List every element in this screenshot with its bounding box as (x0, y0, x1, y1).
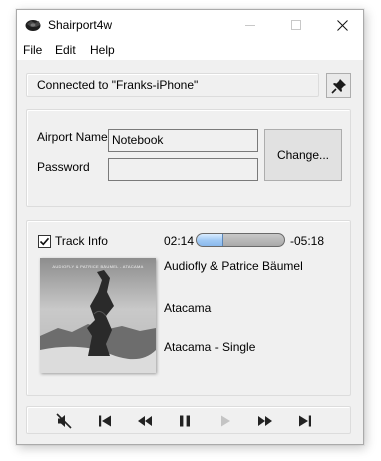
mute-icon (56, 413, 72, 429)
password-field[interactable] (108, 158, 258, 181)
next-button[interactable] (294, 410, 316, 432)
airport-name-label: Airport Name (37, 130, 108, 144)
pause-icon (180, 415, 190, 427)
maximize-icon (291, 20, 301, 30)
menu-bar: File Edit Help (17, 40, 363, 60)
track-artist: Audiofly & Patrice Bäumel (164, 259, 303, 273)
track-title: Atacama (164, 301, 212, 315)
airport-settings-panel: Airport Name Notebook Password Change... (26, 109, 351, 207)
app-icon (25, 18, 41, 32)
airport-name-field[interactable]: Notebook (108, 129, 258, 152)
change-button[interactable]: Change... (264, 129, 342, 181)
mute-button[interactable] (54, 410, 76, 432)
connection-status-text: Connected to "Franks-iPhone" (37, 78, 199, 92)
track-info-checkbox[interactable] (38, 235, 51, 248)
track-info-label: Track Info (55, 234, 108, 248)
menu-help[interactable]: Help (90, 43, 115, 57)
rewind-button[interactable] (134, 410, 156, 432)
fast-forward-icon (258, 416, 272, 426)
pin-button[interactable] (326, 73, 351, 98)
checkmark-icon (39, 237, 50, 246)
next-icon (299, 415, 311, 427)
previous-button[interactable] (94, 410, 116, 432)
menu-edit[interactable]: Edit (55, 43, 76, 57)
album-cover-caption: AUDIOFLY & PATRICE BÄUMEL - ATACAMA (52, 264, 144, 269)
minimize-icon (245, 25, 255, 26)
maximize-button[interactable] (273, 10, 319, 40)
title-bar[interactable]: Shairport4w (17, 10, 363, 40)
window-title: Shairport4w (48, 18, 113, 32)
progress-fill (197, 234, 224, 246)
close-icon (336, 19, 348, 31)
elapsed-time: 02:14 (164, 234, 195, 248)
minimize-button[interactable] (227, 10, 273, 40)
pin-icon (330, 78, 346, 94)
menu-file[interactable]: File (23, 43, 42, 57)
track-info-panel: Track Info 02:14 -05:18 AUDIOFLY & PATRI… (26, 220, 351, 396)
play-icon (221, 415, 230, 427)
fast-forward-button[interactable] (254, 410, 276, 432)
app-window: Shairport4w File Edit Help Connected to … (16, 9, 364, 445)
playback-controls (26, 406, 351, 434)
previous-icon (99, 415, 111, 427)
track-album: Atacama - Single (164, 340, 256, 354)
album-cover: AUDIOFLY & PATRICE BÄUMEL - ATACAMA (40, 258, 156, 373)
rewind-icon (138, 416, 152, 426)
close-button[interactable] (319, 10, 365, 40)
progress-bar[interactable] (196, 233, 285, 247)
password-label: Password (37, 160, 90, 174)
connection-status-panel: Connected to "Franks-iPhone" (26, 73, 319, 97)
play-button[interactable] (214, 410, 236, 432)
remaining-time: -05:18 (290, 234, 325, 248)
change-button-label: Change... (276, 148, 330, 162)
pause-button[interactable] (174, 410, 196, 432)
